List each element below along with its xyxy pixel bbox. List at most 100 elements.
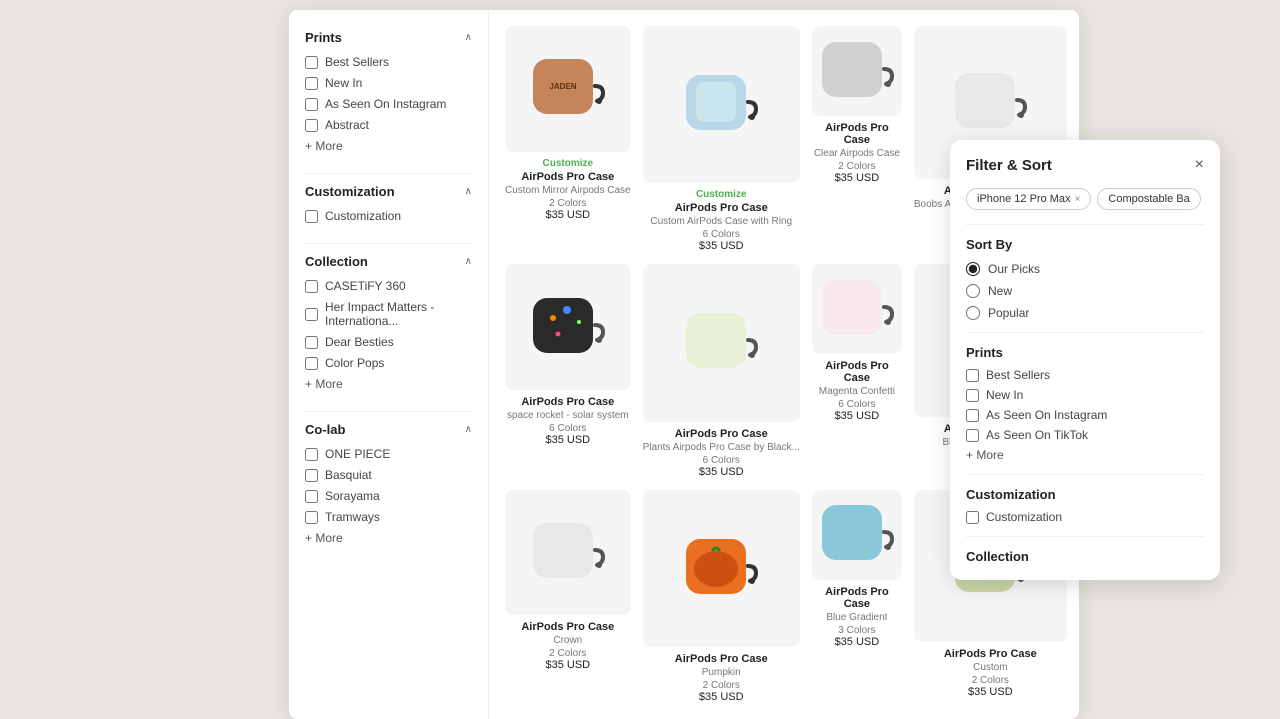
panel-filter-item[interactable]: As Seen On Instagram [966,408,1204,422]
sidebar: Prints ∧ Best Sellers New In As Seen On … [289,10,489,719]
color-pops-checkbox[interactable] [305,357,318,370]
product-subtitle: Plants Airpods Pro Case by Black... [643,442,800,453]
sort-popular[interactable]: Popular [966,306,1204,320]
filter-item[interactable]: Customization [305,209,472,223]
product-colors: 6 Colors [703,455,740,466]
sort-popular-radio[interactable] [966,306,980,320]
filter-item[interactable]: Tramways [305,510,472,524]
collection-more-link[interactable]: + More [305,377,472,391]
sort-new[interactable]: New [966,284,1204,298]
filter-section-collection-header[interactable]: Collection ∧ [305,254,472,269]
instagram-checkbox[interactable] [305,98,318,111]
sort-our-picks-radio[interactable] [966,262,980,276]
panel-customization-label: Customization [986,510,1062,524]
sort-our-picks-label: Our Picks [988,262,1040,276]
collection-chevron: ∧ [465,256,472,267]
sort-our-picks[interactable]: Our Picks [966,262,1204,276]
product-title: AirPods Pro Case [812,586,902,610]
panel-customization-checkbox[interactable] [966,511,979,524]
sort-new-radio[interactable] [966,284,980,298]
product-title: AirPods Pro Case [944,648,1037,660]
product-subtitle: Pumpkin [702,667,741,678]
product-card[interactable]: AirPods Pro Case Crown 2 Colors $35 USD [505,490,631,703]
divider-1 [305,173,472,174]
sort-by-title: Sort By [966,237,1204,252]
her-impact-checkbox[interactable] [305,308,318,321]
product-card[interactable]: JADEN Customize AirPods Pro Case Custom … [505,26,631,252]
dear-besties-checkbox[interactable] [305,336,318,349]
new-in-checkbox[interactable] [305,77,318,90]
filter-item[interactable]: ONE PIECE [305,447,472,461]
filter-section-colab-header[interactable]: Co-lab ∧ [305,422,472,437]
filter-item[interactable]: Abstract [305,118,472,132]
panel-instagram-checkbox[interactable] [966,409,979,422]
active-filters: iPhone 12 Pro Max × Compostable Ba [966,188,1204,210]
color-pops-label: Color Pops [325,356,384,370]
product-price: $35 USD [699,240,744,252]
product-card[interactable]: AirPods Pro Case space rocket - solar sy… [505,264,631,477]
panel-divider-4 [966,536,1204,537]
panel-filter-item[interactable]: As Seen On TikTok [966,428,1204,442]
product-image [505,490,631,616]
product-colors: 3 Colors [838,625,875,636]
filter-item[interactable]: Color Pops [305,356,472,370]
product-card[interactable]: AirPods Pro Case Clear Airpods Case 2 Co… [812,26,902,252]
abstract-checkbox[interactable] [305,119,318,132]
product-title: AirPods Pro Case [521,171,614,183]
customization-checkbox[interactable] [305,210,318,223]
colab-more-link[interactable]: + More [305,531,472,545]
panel-tiktok-checkbox[interactable] [966,429,979,442]
panel-new-in-checkbox[interactable] [966,389,979,402]
close-button[interactable]: × [1195,156,1204,174]
product-card[interactable]: AirPods Pro Case Magenta Confetti 6 Colo… [812,264,902,477]
filter-tag-compostable: Compostable Ba [1097,188,1200,210]
panel-best-sellers-checkbox[interactable] [966,369,979,382]
sorayama-checkbox[interactable] [305,490,318,503]
product-title: AirPods Pro Case [675,428,768,440]
product-subtitle: Clear Airpods Case [814,148,900,159]
best-sellers-checkbox[interactable] [305,56,318,69]
new-in-label: New In [325,76,362,90]
product-card[interactable]: Customize AirPods Pro Case Custom AirPod… [643,26,800,252]
product-title: AirPods Pro Case [812,360,902,384]
filter-section-customization-header[interactable]: Customization ∧ [305,184,472,199]
sort-by-section: Sort By Our Picks New Popular [966,237,1204,320]
abstract-label: Abstract [325,118,369,132]
colab-chevron: ∧ [465,424,472,435]
panel-customization-section: Customization Customization [966,487,1204,524]
filter-section-prints-header[interactable]: Prints ∧ [305,30,472,45]
casetify-checkbox[interactable] [305,280,318,293]
product-price: $35 USD [835,636,880,648]
panel-title: Filter & Sort [966,157,1052,174]
filter-tag-iphone: iPhone 12 Pro Max × [966,188,1091,210]
basquiat-checkbox[interactable] [305,469,318,482]
prints-more-link[interactable]: + More [305,139,472,153]
panel-prints-more[interactable]: + More [966,448,1204,462]
panel-filter-item[interactable]: Best Sellers [966,368,1204,382]
colab-title: Co-lab [305,422,345,437]
product-card[interactable]: AirPods Pro Case Pumpkin 2 Colors $35 US… [643,490,800,703]
onepiece-checkbox[interactable] [305,448,318,461]
filter-item[interactable]: Dear Besties [305,335,472,349]
filter-item[interactable]: Best Sellers [305,55,472,69]
product-subtitle: Magenta Confetti [819,386,895,397]
tramways-checkbox[interactable] [305,511,318,524]
product-price: $35 USD [545,659,590,671]
product-colors: 2 Colors [549,198,586,209]
filter-item[interactable]: Sorayama [305,489,472,503]
panel-filter-item[interactable]: Customization [966,510,1204,524]
filter-item[interactable]: CASETiFY 360 [305,279,472,293]
panel-instagram-label: As Seen On Instagram [986,408,1107,422]
filter-section-colab: Co-lab ∧ ONE PIECE Basquiat Sorayama Tra… [305,422,472,545]
product-card[interactable]: AirPods Pro Case Plants Airpods Pro Case… [643,264,800,477]
sort-new-label: New [988,284,1012,298]
product-card[interactable]: AirPods Pro Case Blue Gradient 3 Colors … [812,490,902,703]
filter-item[interactable]: Basquiat [305,468,472,482]
filter-item[interactable]: New In [305,76,472,90]
product-price: $35 USD [968,686,1013,698]
filter-tag-iphone-remove[interactable]: × [1075,194,1081,205]
filter-item[interactable]: Her Impact Matters - Internationa... [305,300,472,328]
filter-item[interactable]: As Seen On Instagram [305,97,472,111]
panel-filter-item[interactable]: New In [966,388,1204,402]
product-subtitle: Custom AirPods Case with Ring [650,216,792,227]
